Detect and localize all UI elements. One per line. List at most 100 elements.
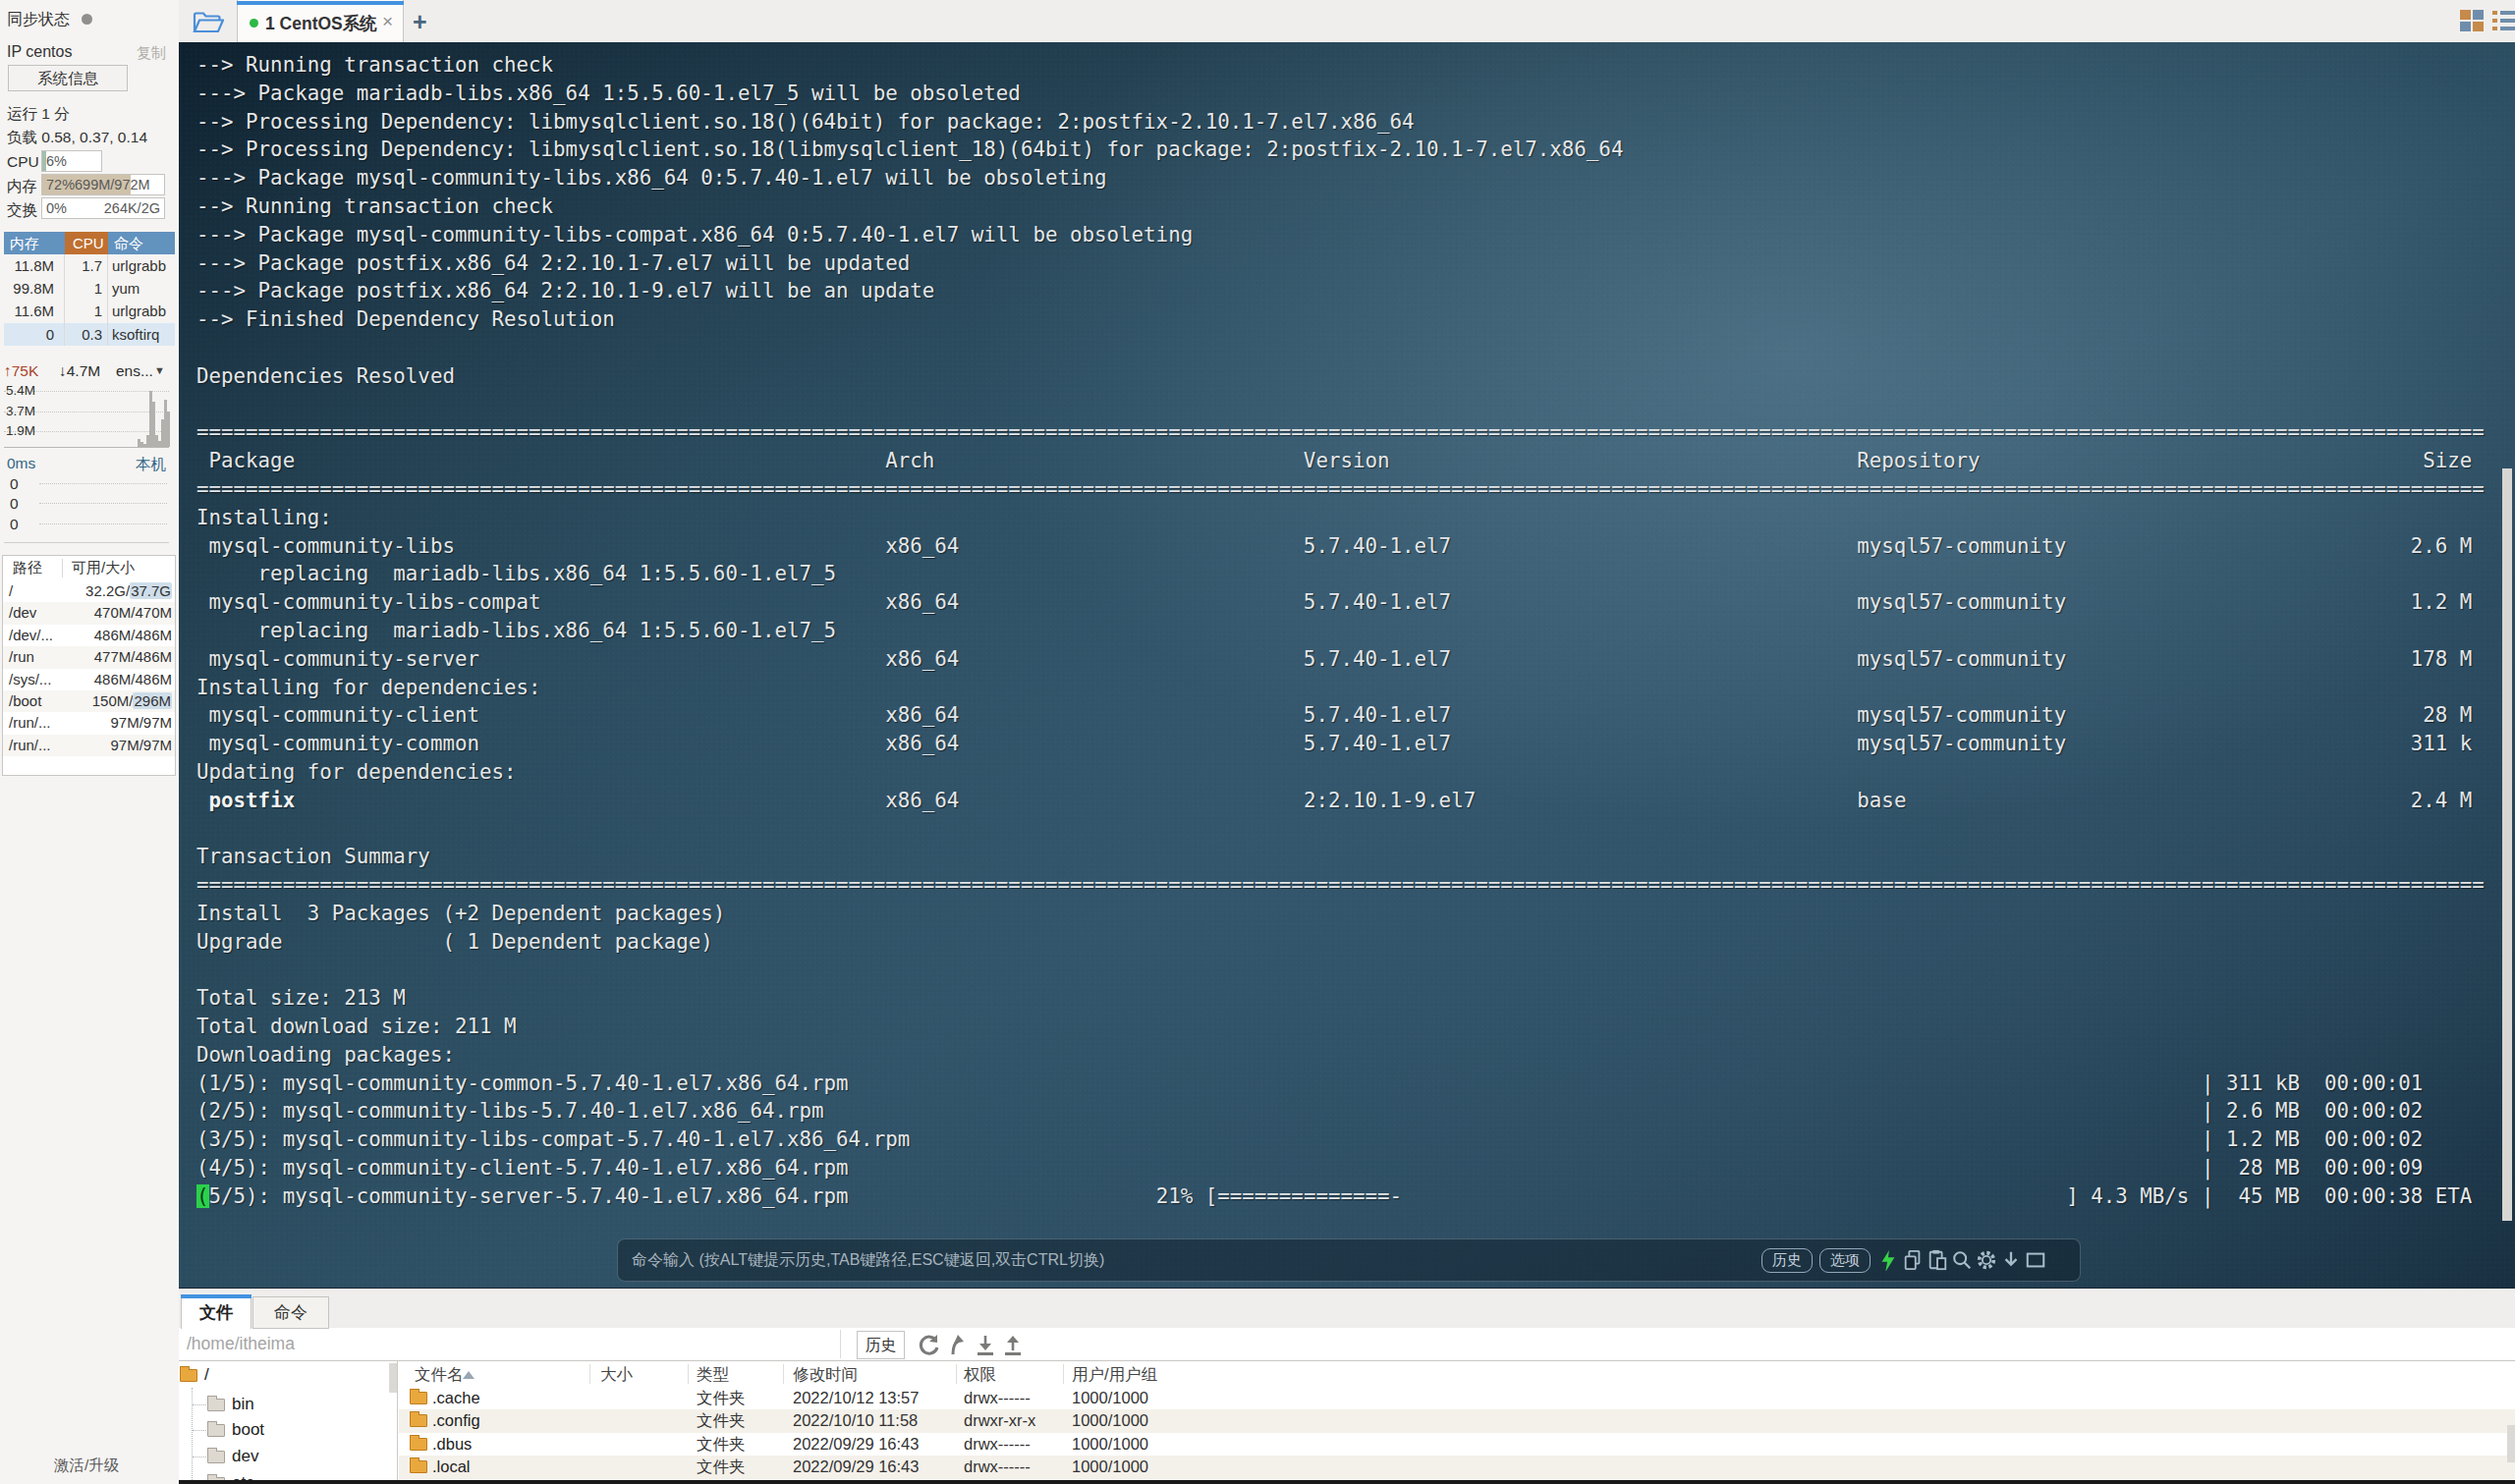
disk-row[interactable]: /32.2G/37.7G bbox=[3, 580, 175, 602]
col-size[interactable]: 大小 bbox=[600, 1361, 633, 1387]
tree-scrollbar[interactable] bbox=[389, 1363, 397, 1393]
mem-meter: 72%699M/972M bbox=[41, 174, 165, 195]
activate-upgrade-link[interactable]: 激活/升级 bbox=[54, 1456, 119, 1476]
disk-row[interactable]: /run/...97M/97M bbox=[3, 712, 175, 734]
window-icon[interactable] bbox=[2025, 1249, 2046, 1271]
file-history-button[interactable]: 历史 bbox=[857, 1331, 905, 1359]
process-col-command[interactable]: 命令 bbox=[108, 232, 175, 254]
disk-row[interactable]: /run/...97M/97M bbox=[3, 735, 175, 756]
process-col-memory[interactable]: 内存 bbox=[4, 232, 65, 254]
new-tab-button[interactable]: + bbox=[413, 8, 427, 36]
upload-file-icon[interactable] bbox=[1000, 1333, 1026, 1358]
disk-col-path[interactable]: 路径 bbox=[13, 559, 42, 577]
net-graph-label: 1.9M bbox=[6, 423, 35, 438]
bottom-edge bbox=[179, 1480, 2515, 1484]
folder-icon bbox=[207, 1424, 225, 1437]
folder-icon bbox=[207, 1399, 225, 1411]
tab-files-active-indicator bbox=[181, 1294, 252, 1298]
file-list-scrollbar[interactable] bbox=[2507, 1425, 2515, 1462]
net-iface-label[interactable]: ens... bbox=[116, 362, 153, 380]
terminal[interactable]: --> Running transaction check ---> Packa… bbox=[179, 42, 2515, 1288]
download-arrow-icon[interactable] bbox=[2000, 1249, 2022, 1271]
copy-icon[interactable] bbox=[1902, 1249, 1924, 1271]
tab-commands[interactable]: 命令 bbox=[252, 1296, 329, 1329]
open-sessions-icon[interactable] bbox=[193, 12, 224, 33]
tree-item-boot[interactable]: boot bbox=[207, 1417, 264, 1443]
terminal-output: --> Running transaction check ---> Packa… bbox=[196, 51, 2485, 1211]
lightning-icon[interactable] bbox=[1877, 1249, 1899, 1271]
net-iface-dropdown-icon[interactable]: ▼ bbox=[154, 364, 165, 376]
disk-col-size[interactable]: 可用/大小 bbox=[72, 559, 135, 577]
copy-ip-button[interactable]: 复制 bbox=[137, 44, 166, 63]
ping-value: 0 bbox=[10, 516, 19, 533]
tab-active-indicator bbox=[237, 1, 404, 5]
file-row[interactable]: .dbus 文件夹 2022/09/29 16:43 drwx------ 10… bbox=[399, 1433, 2515, 1456]
menu-icon[interactable] bbox=[2492, 11, 2515, 31]
swap-label: 交换 bbox=[7, 200, 37, 221]
folder-icon bbox=[410, 1438, 427, 1451]
disk-row[interactable]: /sys/...486M/486M bbox=[3, 669, 175, 690]
col-owner[interactable]: 用户/用户组 bbox=[1072, 1361, 1157, 1387]
file-row[interactable]: .config 文件夹 2022/10/10 11:58 drwxr-xr-x … bbox=[399, 1409, 2515, 1432]
terminal-scrollbar[interactable] bbox=[2502, 468, 2512, 1221]
net-up-label: ↑75K bbox=[4, 362, 38, 380]
net-graph-label: 5.4M bbox=[6, 383, 35, 398]
disk-row[interactable]: /run477M/486M bbox=[3, 646, 175, 668]
command-input-bar[interactable]: 命令输入 (按ALT键提示历史,TAB键路径,ESC键返回,双击CTRL切换) … bbox=[617, 1238, 2081, 1282]
ping-value: 0 bbox=[10, 475, 19, 493]
up-directory-icon[interactable] bbox=[945, 1333, 971, 1358]
col-permission[interactable]: 权限 bbox=[964, 1361, 996, 1387]
ping-host-label[interactable]: 本机 bbox=[136, 455, 166, 475]
tab-close-icon[interactable]: × bbox=[382, 11, 393, 32]
process-table-header[interactable]: 内存 CPU 命令 bbox=[4, 232, 175, 254]
directory-tree[interactable]: / bin boot dev etc bbox=[179, 1361, 388, 1484]
ip-label: IP centos bbox=[7, 43, 72, 61]
col-modified[interactable]: 修改时间 bbox=[793, 1361, 858, 1387]
disk-table-header[interactable]: 路径 可用/大小 bbox=[3, 556, 175, 580]
net-down-label: ↓4.7M bbox=[59, 362, 100, 380]
tree-item-bin[interactable]: bin bbox=[207, 1392, 254, 1417]
disk-row[interactable]: /dev470M/470M bbox=[3, 602, 175, 624]
tab-centos[interactable]: 1 CentOS系统 × bbox=[237, 0, 404, 42]
process-row[interactable]: 99.8M 1 yum bbox=[4, 277, 175, 300]
load-label: 负载 0.58, 0.37, 0.14 bbox=[7, 128, 147, 148]
file-row[interactable]: .local 文件夹 2022/09/29 16:43 drwx------ 1… bbox=[399, 1456, 2515, 1478]
col-type[interactable]: 类型 bbox=[697, 1361, 729, 1387]
sync-status-icon bbox=[82, 14, 92, 25]
paste-icon[interactable] bbox=[1927, 1249, 1948, 1271]
swap-value: 0% bbox=[46, 198, 67, 218]
split-screen-icon[interactable] bbox=[2460, 10, 2485, 32]
settings-gear-icon[interactable] bbox=[1976, 1249, 1997, 1271]
file-manager-panel: 文件 命令 /home/itheima 历史 bbox=[179, 1288, 2515, 1484]
folder-icon bbox=[410, 1460, 427, 1473]
file-list-header: 文件名 大小 类型 修改时间 权限 用户/用户组 bbox=[399, 1361, 2515, 1387]
tree-item-root[interactable]: / bbox=[180, 1362, 209, 1388]
process-col-cpu[interactable]: CPU bbox=[65, 232, 108, 254]
file-panel-tabs: 文件 命令 bbox=[179, 1288, 2515, 1328]
process-row[interactable]: 0 0.3 ksoftirq bbox=[4, 323, 175, 346]
mem-value: 72%699M/972M bbox=[46, 175, 150, 194]
process-row[interactable]: 11.6M 1 urlgrabb bbox=[4, 300, 175, 322]
file-row[interactable]: .cache 文件夹 2022/10/12 13:57 drwx------ 1… bbox=[399, 1387, 2515, 1409]
tab-status-dot bbox=[250, 19, 258, 27]
file-list[interactable]: 文件名 大小 类型 修改时间 权限 用户/用户组 .cache 文件夹 2022… bbox=[399, 1361, 2515, 1484]
history-button[interactable]: 历史 bbox=[1761, 1248, 1813, 1273]
cpu-value: 6% bbox=[46, 151, 67, 171]
folder-icon bbox=[410, 1392, 427, 1404]
search-icon[interactable] bbox=[1951, 1249, 1973, 1271]
folder-icon bbox=[410, 1414, 427, 1427]
path-input[interactable]: /home/itheima bbox=[187, 1334, 295, 1354]
download-file-icon[interactable] bbox=[973, 1333, 998, 1358]
process-row[interactable]: 11.8M 1.7 urlgrabb bbox=[4, 254, 175, 277]
ping-latency-label: 0ms bbox=[7, 455, 35, 472]
col-filename[interactable]: 文件名 bbox=[415, 1361, 464, 1387]
disk-row[interactable]: /boot150M/296M bbox=[3, 690, 175, 712]
options-button[interactable]: 选项 bbox=[1819, 1248, 1871, 1273]
tab-files[interactable]: 文件 bbox=[181, 1294, 252, 1329]
disk-table: 路径 可用/大小 /32.2G/37.7G /dev470M/470M /dev… bbox=[2, 555, 176, 776]
system-info-button[interactable]: 系统信息 bbox=[8, 65, 128, 91]
refresh-icon[interactable] bbox=[916, 1333, 941, 1358]
tree-item-dev[interactable]: dev bbox=[207, 1444, 258, 1469]
disk-row[interactable]: /dev/...486M/486M bbox=[3, 625, 175, 646]
tab-bar: 1 CentOS系统 × + bbox=[179, 0, 2515, 42]
